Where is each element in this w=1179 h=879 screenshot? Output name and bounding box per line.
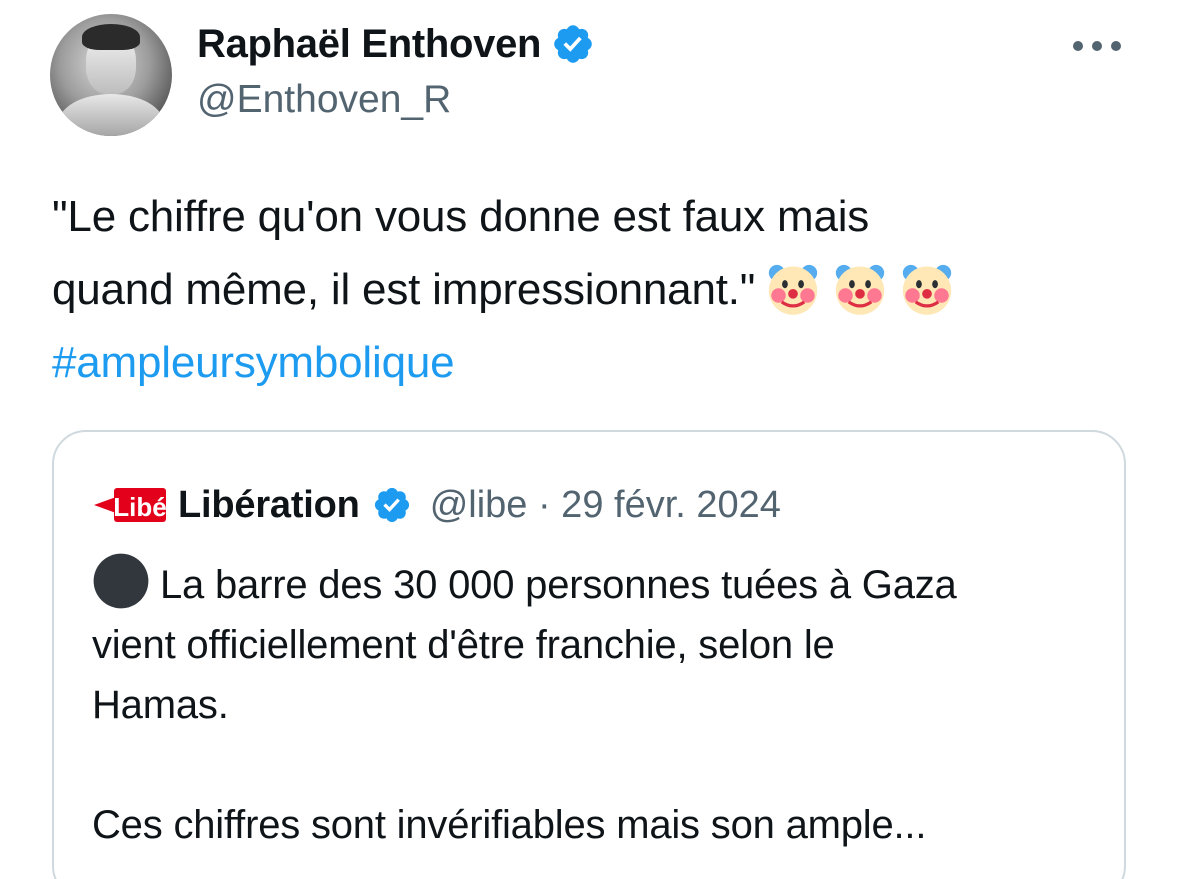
liberation-logo-icon[interactable]: Libé: [94, 483, 168, 527]
svg-text:Libé: Libé: [113, 492, 166, 522]
clown-face-icon: [903, 264, 952, 315]
tweet-card[interactable]: Raphaël Enthoven @Enthoven_R "Le chiffre…: [0, 0, 1179, 879]
quoted-display-name[interactable]: Libération: [178, 484, 360, 527]
more-dot: [1092, 41, 1102, 51]
avatar-hair: [82, 24, 140, 50]
clown-face-icon: [836, 264, 885, 315]
clown-face-icon: [769, 264, 818, 315]
tweet-text: "Le chiffre qu'on vous donne est faux ma…: [52, 180, 1142, 399]
author-display-name[interactable]: Raphaël Enthoven: [197, 22, 541, 67]
tweet-text-line-2: quand même, il est impressionnant.": [52, 265, 756, 314]
quoted-tweet-header: Libé Libération @libe · 29 févr. 2024: [94, 480, 781, 530]
avatar[interactable]: [50, 14, 172, 136]
more-dot: [1111, 41, 1121, 51]
more-dot: [1073, 41, 1083, 51]
quoted-text-line: vient officiellement d'être franchie, se…: [92, 623, 835, 667]
quoted-tweet[interactable]: Libé Libération @libe · 29 févr. 2024 La…: [52, 430, 1126, 879]
verified-badge-icon[interactable]: [551, 22, 595, 66]
quoted-handle-date[interactable]: @libe · 29 févr. 2024: [430, 484, 781, 527]
avatar-shoulders: [58, 94, 164, 136]
author-handle[interactable]: @Enthoven_R: [197, 78, 451, 122]
tweet-text-line: quand même, il est impressionnant.": [52, 253, 1142, 326]
author-name-row: Raphaël Enthoven: [197, 18, 595, 70]
quoted-tweet-text: La barre des 30 000 personnes tuées à Ga…: [92, 552, 1102, 855]
verified-badge-icon[interactable]: [372, 485, 412, 525]
tweet-text-line: "Le chiffre qu'on vous donne est faux ma…: [52, 192, 870, 241]
quoted-text-line: Hamas.: [92, 683, 229, 727]
quoted-text-line-1: La barre des 30 000 personnes tuées à Ga…: [160, 563, 957, 607]
black-circle-icon: [93, 553, 149, 609]
more-options-icon[interactable]: [1073, 36, 1121, 56]
quoted-text-line: La barre des 30 000 personnes tuées à Ga…: [92, 552, 1102, 615]
quoted-text-line: Ces chiffres sont invérifiables mais son…: [92, 803, 927, 847]
hashtag-link[interactable]: #ampleursymbolique: [52, 326, 1142, 399]
